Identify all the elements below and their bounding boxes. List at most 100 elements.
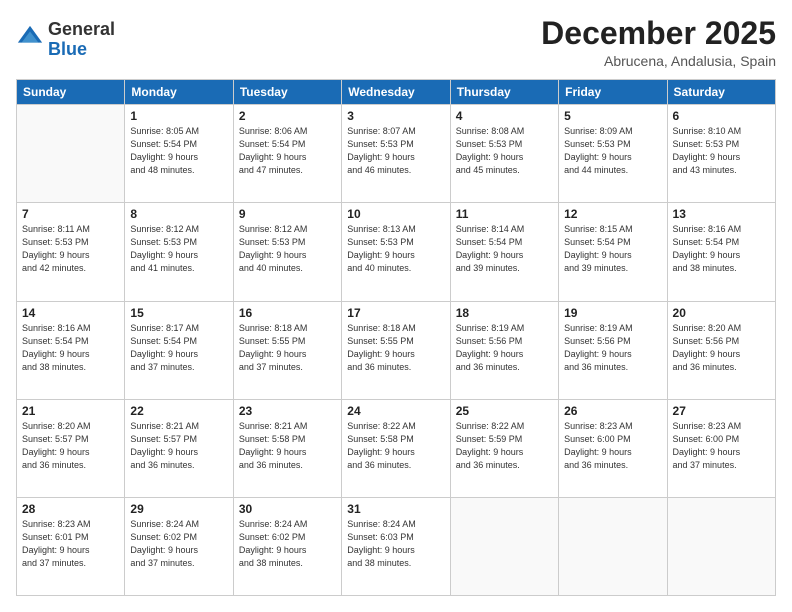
day-number: 29 [130, 502, 227, 516]
day-number: 5 [564, 109, 661, 123]
calendar-cell: 27 Sunrise: 8:23 AM Sunset: 6:00 PM Dayli… [667, 399, 775, 497]
day-info: Sunrise: 8:09 AM Sunset: 5:53 PM Dayligh… [564, 125, 661, 177]
calendar-cell: 1Sunrise: 8:05 AM Sunset: 5:54 PM Daylig… [125, 105, 233, 203]
location-subtitle: Abrucena, Andalusia, Spain [541, 53, 776, 69]
calendar-cell: 3 Sunrise: 8:07 AM Sunset: 5:53 PM Daylig… [342, 105, 450, 203]
day-number: 20 [673, 306, 770, 320]
calendar-cell: 17 Sunrise: 8:18 AM Sunset: 5:55 PM Dayli… [342, 301, 450, 399]
day-info: Sunrise: 8:19 AM Sunset: 5:56 PM Dayligh… [564, 322, 661, 374]
day-number: 26 [564, 404, 661, 418]
calendar-cell [667, 497, 775, 595]
calendar-header-monday: Monday [125, 80, 233, 105]
calendar-cell: 6Sunrise: 8:10 AM Sunset: 5:53 PM Daylig… [667, 105, 775, 203]
day-number: 22 [130, 404, 227, 418]
calendar-header-tuesday: Tuesday [233, 80, 341, 105]
logo: General Blue [16, 20, 115, 60]
day-number: 30 [239, 502, 336, 516]
day-info: Sunrise: 8:22 AM Sunset: 5:59 PM Dayligh… [456, 420, 553, 472]
calendar-cell: 8Sunrise: 8:12 AM Sunset: 5:53 PM Daylig… [125, 203, 233, 301]
day-number: 23 [239, 404, 336, 418]
calendar-header-friday: Friday [559, 80, 667, 105]
day-number: 19 [564, 306, 661, 320]
calendar-cell: 7 Sunrise: 8:11 AM Sunset: 5:53 PM Daylig… [17, 203, 125, 301]
day-number: 7 [22, 207, 119, 221]
calendar-cell: 22 Sunrise: 8:21 AM Sunset: 5:57 PM Dayli… [125, 399, 233, 497]
calendar-cell [559, 497, 667, 595]
calendar-cell: 9 Sunrise: 8:12 AM Sunset: 5:53 PM Daylig… [233, 203, 341, 301]
calendar-cell: 2Sunrise: 8:06 AM Sunset: 5:54 PM Daylig… [233, 105, 341, 203]
logo-blue: Blue [48, 40, 115, 60]
calendar-header-saturday: Saturday [667, 80, 775, 105]
calendar-cell: 13Sunrise: 8:16 AM Sunset: 5:54 PM Dayli… [667, 203, 775, 301]
day-info: Sunrise: 8:24 AM Sunset: 6:02 PM Dayligh… [239, 518, 336, 570]
day-info: Sunrise: 8:13 AM Sunset: 5:53 PM Dayligh… [347, 223, 444, 275]
day-info: Sunrise: 8:23 AM Sunset: 6:01 PM Dayligh… [22, 518, 119, 570]
calendar-cell: 26 Sunrise: 8:23 AM Sunset: 6:00 PM Dayli… [559, 399, 667, 497]
logo-general: General [48, 20, 115, 40]
title-block: December 2025 Abrucena, Andalusia, Spain [541, 16, 776, 69]
calendar-cell: 28 Sunrise: 8:23 AM Sunset: 6:01 PM Dayli… [17, 497, 125, 595]
day-number: 31 [347, 502, 444, 516]
day-info: Sunrise: 8:07 AM Sunset: 5:53 PM Dayligh… [347, 125, 444, 177]
calendar-week-row: 28 Sunrise: 8:23 AM Sunset: 6:01 PM Dayli… [17, 497, 776, 595]
day-info: Sunrise: 8:18 AM Sunset: 5:55 PM Dayligh… [239, 322, 336, 374]
day-info: Sunrise: 8:12 AM Sunset: 5:53 PM Dayligh… [239, 223, 336, 275]
day-info: Sunrise: 8:21 AM Sunset: 5:58 PM Dayligh… [239, 420, 336, 472]
calendar-header-thursday: Thursday [450, 80, 558, 105]
day-info: Sunrise: 8:23 AM Sunset: 6:00 PM Dayligh… [673, 420, 770, 472]
day-number: 13 [673, 207, 770, 221]
day-number: 25 [456, 404, 553, 418]
calendar-cell: 21 Sunrise: 8:20 AM Sunset: 5:57 PM Dayli… [17, 399, 125, 497]
calendar-cell: 16 Sunrise: 8:18 AM Sunset: 5:55 PM Dayli… [233, 301, 341, 399]
day-number: 14 [22, 306, 119, 320]
day-info: Sunrise: 8:16 AM Sunset: 5:54 PM Dayligh… [22, 322, 119, 374]
day-info: Sunrise: 8:22 AM Sunset: 5:58 PM Dayligh… [347, 420, 444, 472]
day-number: 11 [456, 207, 553, 221]
calendar-header-sunday: Sunday [17, 80, 125, 105]
calendar-cell: 10 Sunrise: 8:13 AM Sunset: 5:53 PM Dayli… [342, 203, 450, 301]
day-number: 21 [22, 404, 119, 418]
logo-icon [16, 24, 44, 52]
day-number: 3 [347, 109, 444, 123]
day-number: 10 [347, 207, 444, 221]
day-info: Sunrise: 8:11 AM Sunset: 5:53 PM Dayligh… [22, 223, 119, 275]
day-number: 17 [347, 306, 444, 320]
calendar-cell [17, 105, 125, 203]
calendar-week-row: 7 Sunrise: 8:11 AM Sunset: 5:53 PM Daylig… [17, 203, 776, 301]
day-number: 6 [673, 109, 770, 123]
calendar-cell: 23 Sunrise: 8:21 AM Sunset: 5:58 PM Dayli… [233, 399, 341, 497]
day-info: Sunrise: 8:23 AM Sunset: 6:00 PM Dayligh… [564, 420, 661, 472]
calendar-cell: 29 Sunrise: 8:24 AM Sunset: 6:02 PM Dayli… [125, 497, 233, 595]
day-number: 28 [22, 502, 119, 516]
day-info: Sunrise: 8:18 AM Sunset: 5:55 PM Dayligh… [347, 322, 444, 374]
calendar-cell: 11Sunrise: 8:14 AM Sunset: 5:54 PM Dayli… [450, 203, 558, 301]
day-info: Sunrise: 8:15 AM Sunset: 5:54 PM Dayligh… [564, 223, 661, 275]
calendar-week-row: 14 Sunrise: 8:16 AM Sunset: 5:54 PM Dayli… [17, 301, 776, 399]
calendar-cell: 18 Sunrise: 8:19 AM Sunset: 5:56 PM Dayli… [450, 301, 558, 399]
day-info: Sunrise: 8:24 AM Sunset: 6:02 PM Dayligh… [130, 518, 227, 570]
logo-text: General Blue [48, 20, 115, 60]
day-info: Sunrise: 8:20 AM Sunset: 5:57 PM Dayligh… [22, 420, 119, 472]
day-info: Sunrise: 8:20 AM Sunset: 5:56 PM Dayligh… [673, 322, 770, 374]
calendar-cell: 15Sunrise: 8:17 AM Sunset: 5:54 PM Dayli… [125, 301, 233, 399]
day-number: 27 [673, 404, 770, 418]
calendar-table: SundayMondayTuesdayWednesdayThursdayFrid… [16, 79, 776, 596]
header: General Blue December 2025 Abrucena, And… [16, 16, 776, 69]
day-number: 1 [130, 109, 227, 123]
day-info: Sunrise: 8:17 AM Sunset: 5:54 PM Dayligh… [130, 322, 227, 374]
day-number: 9 [239, 207, 336, 221]
calendar-cell: 14 Sunrise: 8:16 AM Sunset: 5:54 PM Dayli… [17, 301, 125, 399]
calendar-header-row: SundayMondayTuesdayWednesdayThursdayFrid… [17, 80, 776, 105]
day-info: Sunrise: 8:08 AM Sunset: 5:53 PM Dayligh… [456, 125, 553, 177]
day-info: Sunrise: 8:19 AM Sunset: 5:56 PM Dayligh… [456, 322, 553, 374]
page: General Blue December 2025 Abrucena, And… [0, 0, 792, 612]
calendar-cell: 25 Sunrise: 8:22 AM Sunset: 5:59 PM Dayli… [450, 399, 558, 497]
day-number: 8 [130, 207, 227, 221]
calendar-cell: 19 Sunrise: 8:19 AM Sunset: 5:56 PM Dayli… [559, 301, 667, 399]
day-number: 16 [239, 306, 336, 320]
day-info: Sunrise: 8:21 AM Sunset: 5:57 PM Dayligh… [130, 420, 227, 472]
calendar-cell: 31Sunrise: 8:24 AM Sunset: 6:03 PM Dayli… [342, 497, 450, 595]
calendar-cell: 30 Sunrise: 8:24 AM Sunset: 6:02 PM Dayli… [233, 497, 341, 595]
calendar-cell: 5 Sunrise: 8:09 AM Sunset: 5:53 PM Daylig… [559, 105, 667, 203]
day-number: 18 [456, 306, 553, 320]
